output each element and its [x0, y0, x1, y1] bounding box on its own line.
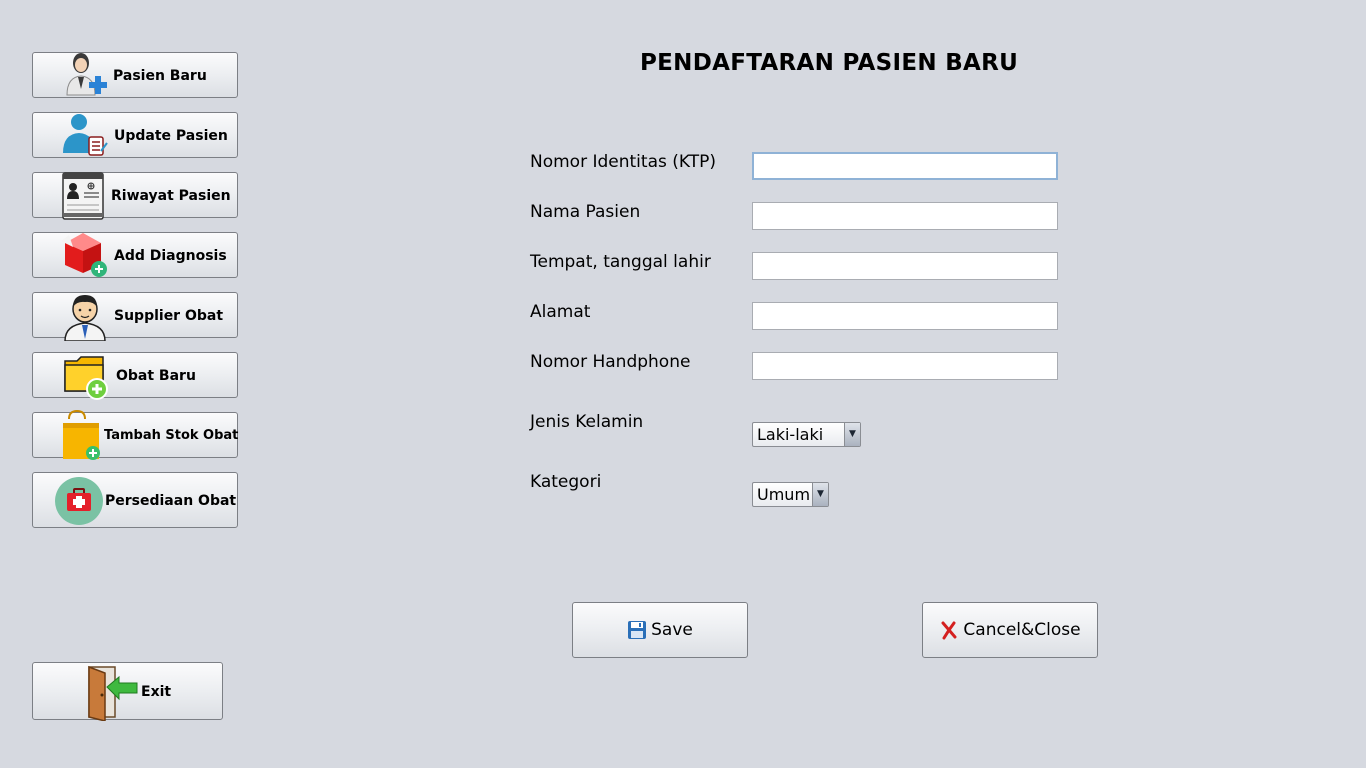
save-button[interactable]: Save [572, 602, 748, 658]
sidebar-item-tambah-stok-obat[interactable]: Tambah Stok Obat [32, 409, 239, 460]
sidebar-item-label: Obat Baru [116, 368, 196, 384]
first-aid-kit-icon [53, 473, 105, 529]
patient-record-icon [59, 172, 111, 220]
handphone-label: Nomor Handphone [530, 352, 691, 372]
sidebar-item-obat-baru[interactable]: Obat Baru [32, 352, 238, 400]
ttl-label: Tempat, tanggal lahir [530, 252, 711, 272]
exit-door-icon [85, 665, 141, 722]
close-icon [941, 621, 957, 640]
page-title: PENDAFTARAN PASIEN BARU [640, 50, 1019, 76]
nama-pasien-label: Nama Pasien [530, 202, 641, 222]
exit-button[interactable]: Exit [32, 662, 223, 722]
supplier-person-icon [59, 293, 111, 341]
jenis-kelamin-label: Jenis Kelamin [530, 412, 644, 432]
handphone-input[interactable] [752, 352, 1058, 380]
sidebar-item-pasien-baru[interactable]: Pasien Baru [32, 52, 238, 98]
sidebar-item-persediaan-obat[interactable]: Persediaan Obat [32, 472, 238, 528]
alamat-label: Alamat [530, 302, 591, 322]
jenis-kelamin-select[interactable]: Laki-laki ▼ [752, 422, 861, 447]
sidebar-item-label: Pasien Baru [113, 68, 207, 84]
chevron-down-icon[interactable]: ▼ [812, 483, 828, 506]
nama-pasien-input[interactable] [752, 202, 1058, 230]
kategori-label: Kategori [530, 472, 602, 492]
save-label: Save [651, 620, 693, 640]
diagnosis-box-icon [59, 233, 111, 279]
chevron-down-icon[interactable]: ▼ [844, 423, 860, 446]
ktp-input[interactable] [752, 152, 1058, 180]
new-folder-icon [59, 353, 111, 400]
floppy-disk-icon [628, 621, 647, 639]
update-patient-icon [59, 113, 111, 159]
add-patient-icon [59, 53, 111, 99]
sidebar-item-label: Add Diagnosis [114, 248, 227, 264]
ktp-label: Nomor Identitas (KTP) [530, 152, 716, 172]
cancel-close-label: Cancel&Close [963, 620, 1081, 640]
sidebar-item-supplier-obat[interactable]: Supplier Obat [32, 292, 238, 341]
jenis-kelamin-value: Laki-laki [757, 425, 824, 444]
sidebar-item-label: Update Pasien [114, 128, 228, 144]
sidebar-item-label: Riwayat Pasien [111, 188, 231, 204]
alamat-input[interactable] [752, 302, 1058, 330]
sidebar-item-label: Supplier Obat [114, 308, 224, 324]
kategori-value: Umum [757, 485, 811, 504]
kategori-select[interactable]: Umum ▼ [752, 482, 829, 507]
sidebar-item-update-pasien[interactable]: Update Pasien [32, 112, 238, 158]
ttl-input[interactable] [752, 252, 1058, 280]
sidebar-item-add-diagnosis[interactable]: Add Diagnosis [32, 232, 238, 278]
exit-label: Exit [141, 684, 172, 700]
sidebar-item-riwayat-pasien[interactable]: Riwayat Pasien [32, 172, 238, 220]
sidebar-item-label: Tambah Stok Obat [104, 428, 239, 443]
cancel-close-button[interactable]: Cancel&Close [922, 602, 1098, 658]
sidebar-item-label: Persediaan Obat [105, 493, 237, 509]
